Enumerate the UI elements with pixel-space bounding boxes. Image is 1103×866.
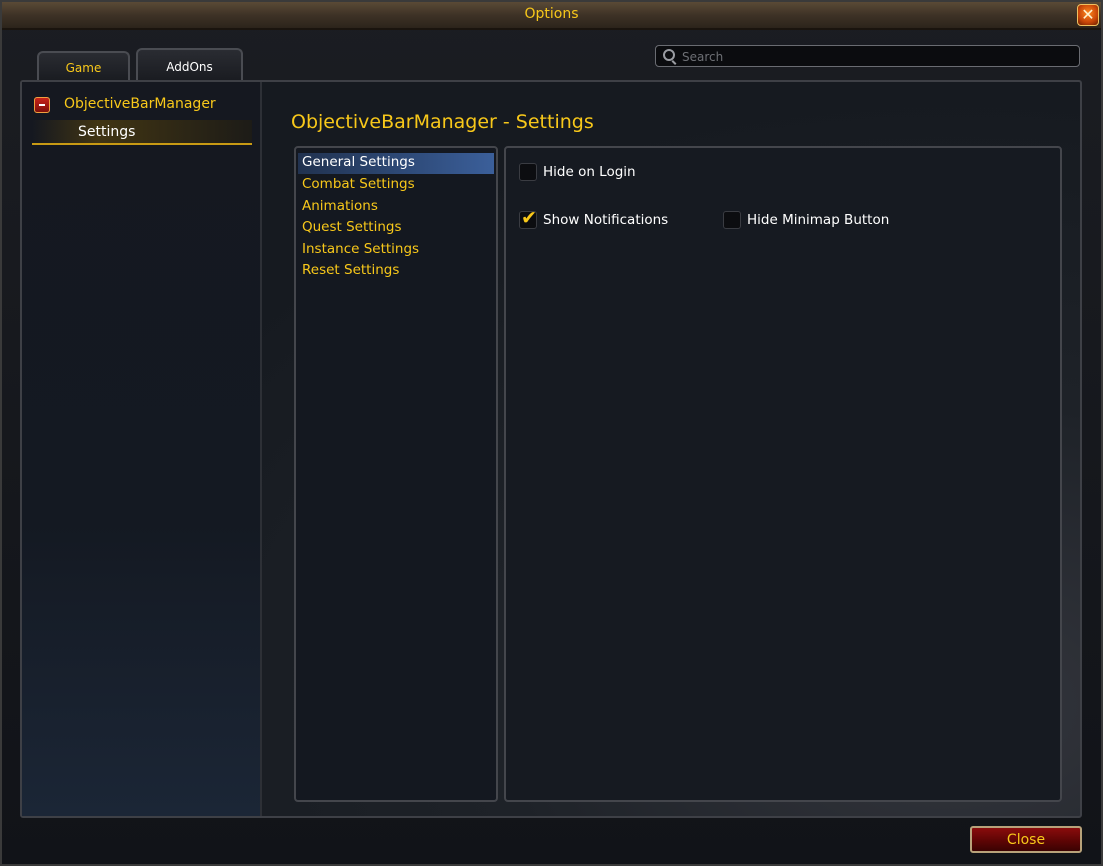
collapse-minus-icon[interactable] [34,97,50,113]
hide-minimap-button-checkbox[interactable] [723,211,741,229]
category-quest-settings[interactable]: Quest Settings [302,219,401,235]
window-title: Options [524,6,579,22]
title-bar[interactable]: Options ✕ [2,2,1101,30]
close-window-icon[interactable]: ✕ [1077,4,1099,26]
search-box[interactable] [655,45,1080,68]
category-instance-settings[interactable]: Instance Settings [302,241,419,257]
category-list: General Settings Combat Settings Animati… [294,146,498,802]
options-frame: ObjectiveBarManager Settings ObjectiveBa… [20,80,1082,818]
tab-game-label: Game [65,61,102,75]
tab-addons[interactable]: AddOns [136,48,243,80]
sidebar-item-label: Settings [78,124,136,140]
category-animations[interactable]: Animations [302,198,378,214]
close-button[interactable]: Close [970,826,1082,853]
addon-sidebar: ObjectiveBarManager Settings [22,82,262,816]
tab-game[interactable]: Game [37,51,130,80]
search-input[interactable] [680,46,1074,68]
tab-addons-label: AddOns [166,60,213,74]
category-general-settings[interactable]: General Settings [302,154,415,170]
category-combat-settings[interactable]: Combat Settings [302,176,415,192]
page-title: ObjectiveBarManager - Settings [291,111,594,133]
show-notifications-label: Show Notifications [543,212,669,228]
category-reset-settings[interactable]: Reset Settings [302,262,399,278]
hide-minimap-button-label: Hide Minimap Button [747,212,890,228]
show-notifications-checkbox[interactable]: ✔ [519,207,537,229]
settings-content: Hide on Login ✔ Show Notifications Hide … [504,146,1062,802]
sidebar-item-settings[interactable]: Settings [32,120,252,145]
hide-on-login-label: Hide on Login [543,164,636,180]
search-icon [663,49,675,61]
hide-on-login-checkbox[interactable] [519,163,537,181]
checkmark-icon: ✔ [521,207,537,229]
options-window: Options ✕ Game AddOns ObjectiveBarManage… [0,0,1103,866]
addon-name: ObjectiveBarManager [64,96,216,112]
